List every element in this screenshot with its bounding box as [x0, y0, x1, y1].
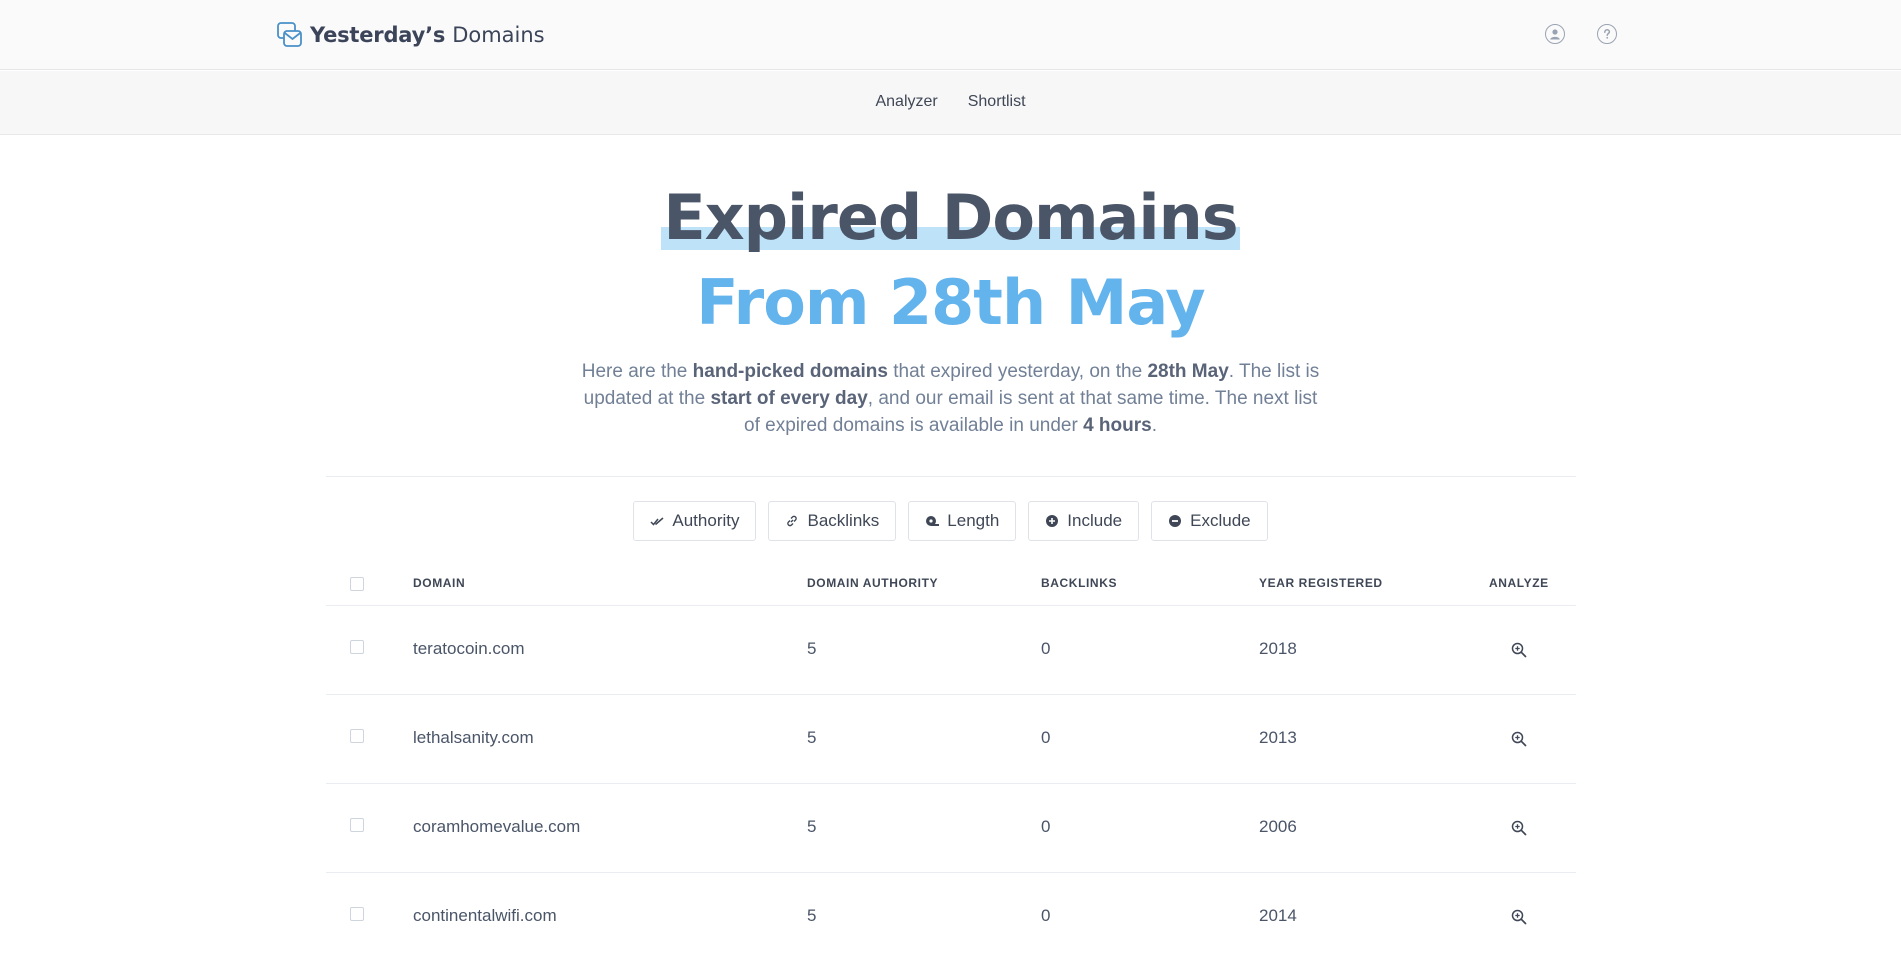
- mail-stack-icon: [277, 22, 302, 47]
- intro-text-9: .: [1151, 415, 1157, 436]
- row-checkbox[interactable]: [350, 907, 364, 921]
- row-checkbox[interactable]: [350, 640, 364, 654]
- page-title-text: Expired Domains: [661, 180, 1240, 256]
- table-header: DOMAIN DOMAIN AUTHORITY BACKLINKS YEAR R…: [326, 566, 1576, 606]
- filter-authority-button[interactable]: Authority: [633, 501, 757, 541]
- intro-paragraph: Here are the hand-picked domains that ex…: [580, 358, 1321, 439]
- year-registered-value: 2006: [1259, 817, 1297, 836]
- nav-analyzer[interactable]: Analyzer: [875, 93, 937, 111]
- plus-circle-icon: [1045, 514, 1059, 528]
- minus-circle-icon: [1168, 514, 1182, 528]
- filter-backlinks-button[interactable]: Backlinks: [768, 501, 897, 541]
- zoom-in-icon[interactable]: [1511, 731, 1527, 747]
- col-backlinks[interactable]: BACKLINKS: [1041, 576, 1117, 590]
- brand-name-strong: Yesterday’s: [310, 23, 446, 47]
- table-row: teratocoin.com 5 0 2018: [326, 606, 1576, 695]
- filter-include-button[interactable]: Include: [1028, 501, 1140, 541]
- top-header: Yesterday’s Domains: [0, 0, 1901, 70]
- brand-logo-link[interactable]: Yesterday’s Domains: [276, 20, 545, 50]
- ruler-tape-icon: [925, 514, 940, 528]
- intro-strong-start: start of every day: [710, 388, 868, 409]
- link-icon: [785, 514, 799, 528]
- year-registered-value: 2013: [1259, 728, 1297, 747]
- table-row: continentalwifi.com 5 0 2014: [326, 873, 1576, 958]
- backlinks-value: 0: [1041, 817, 1051, 836]
- filter-length-label: Length: [947, 511, 1000, 530]
- backlinks-value: 0: [1041, 728, 1051, 747]
- domain-authority-value: 5: [807, 817, 817, 836]
- nav-shortlist[interactable]: Shortlist: [968, 93, 1026, 111]
- year-registered-value: 2018: [1259, 639, 1297, 658]
- section-divider: [326, 476, 1576, 477]
- intro-strong-date: 28th May: [1147, 361, 1229, 382]
- intro-text-3: that expired yesterday, on the: [887, 361, 1148, 382]
- year-registered-value: 2014: [1259, 906, 1297, 925]
- domain-name[interactable]: coramhomevalue.com: [413, 817, 580, 837]
- page-subtitle: From 28th May: [696, 266, 1205, 339]
- backlinks-value: 0: [1041, 639, 1051, 658]
- domain-authority-value: 5: [807, 728, 817, 747]
- nav-links: Analyzer Shortlist: [0, 93, 1901, 111]
- domain-name[interactable]: lethalsanity.com: [413, 728, 534, 748]
- main-nav: Analyzer Shortlist: [0, 71, 1901, 135]
- domain-authority-value: 5: [807, 639, 817, 658]
- col-domain[interactable]: DOMAIN: [413, 576, 465, 590]
- backlinks-value: 0: [1041, 906, 1051, 925]
- row-checkbox[interactable]: [350, 729, 364, 743]
- domain-name[interactable]: continentalwifi.com: [413, 906, 557, 926]
- page-title: Expired Domains: [0, 180, 1901, 256]
- intro-strong-handpicked: hand-picked domains: [692, 361, 888, 382]
- filter-backlinks-label: Backlinks: [807, 511, 880, 530]
- double-check-icon: [650, 514, 664, 528]
- col-domain-authority[interactable]: DOMAIN AUTHORITY: [807, 576, 938, 590]
- question-circle-icon[interactable]: [1597, 24, 1617, 44]
- domains-table: DOMAIN DOMAIN AUTHORITY BACKLINKS YEAR R…: [326, 566, 1576, 958]
- filter-authority-label: Authority: [672, 511, 740, 530]
- zoom-in-icon[interactable]: [1511, 909, 1527, 925]
- user-circle-icon[interactable]: [1545, 24, 1565, 44]
- intro-text-1: Here are the: [581, 361, 693, 382]
- filter-length-button[interactable]: Length: [908, 501, 1017, 541]
- filter-include-label: Include: [1067, 511, 1123, 530]
- table-row: coramhomevalue.com 5 0 2006: [326, 784, 1576, 873]
- domain-name[interactable]: teratocoin.com: [413, 639, 525, 659]
- table-row: lethalsanity.com 5 0 2013: [326, 695, 1576, 784]
- zoom-in-icon[interactable]: [1511, 820, 1527, 836]
- col-analyze: ANALYZE: [1489, 576, 1549, 590]
- domain-authority-value: 5: [807, 906, 817, 925]
- filter-bar: Authority Backlinks Length Include Exclu…: [0, 501, 1901, 541]
- col-year-registered[interactable]: YEAR REGISTERED: [1259, 576, 1383, 590]
- filter-exclude-button[interactable]: Exclude: [1151, 501, 1268, 541]
- select-all-checkbox[interactable]: [350, 577, 364, 591]
- brand-name-light: Domains: [452, 23, 545, 47]
- zoom-in-icon[interactable]: [1511, 642, 1527, 658]
- intro-strong-hours: 4 hours: [1083, 415, 1152, 436]
- row-checkbox[interactable]: [350, 818, 364, 832]
- filter-exclude-label: Exclude: [1190, 511, 1251, 530]
